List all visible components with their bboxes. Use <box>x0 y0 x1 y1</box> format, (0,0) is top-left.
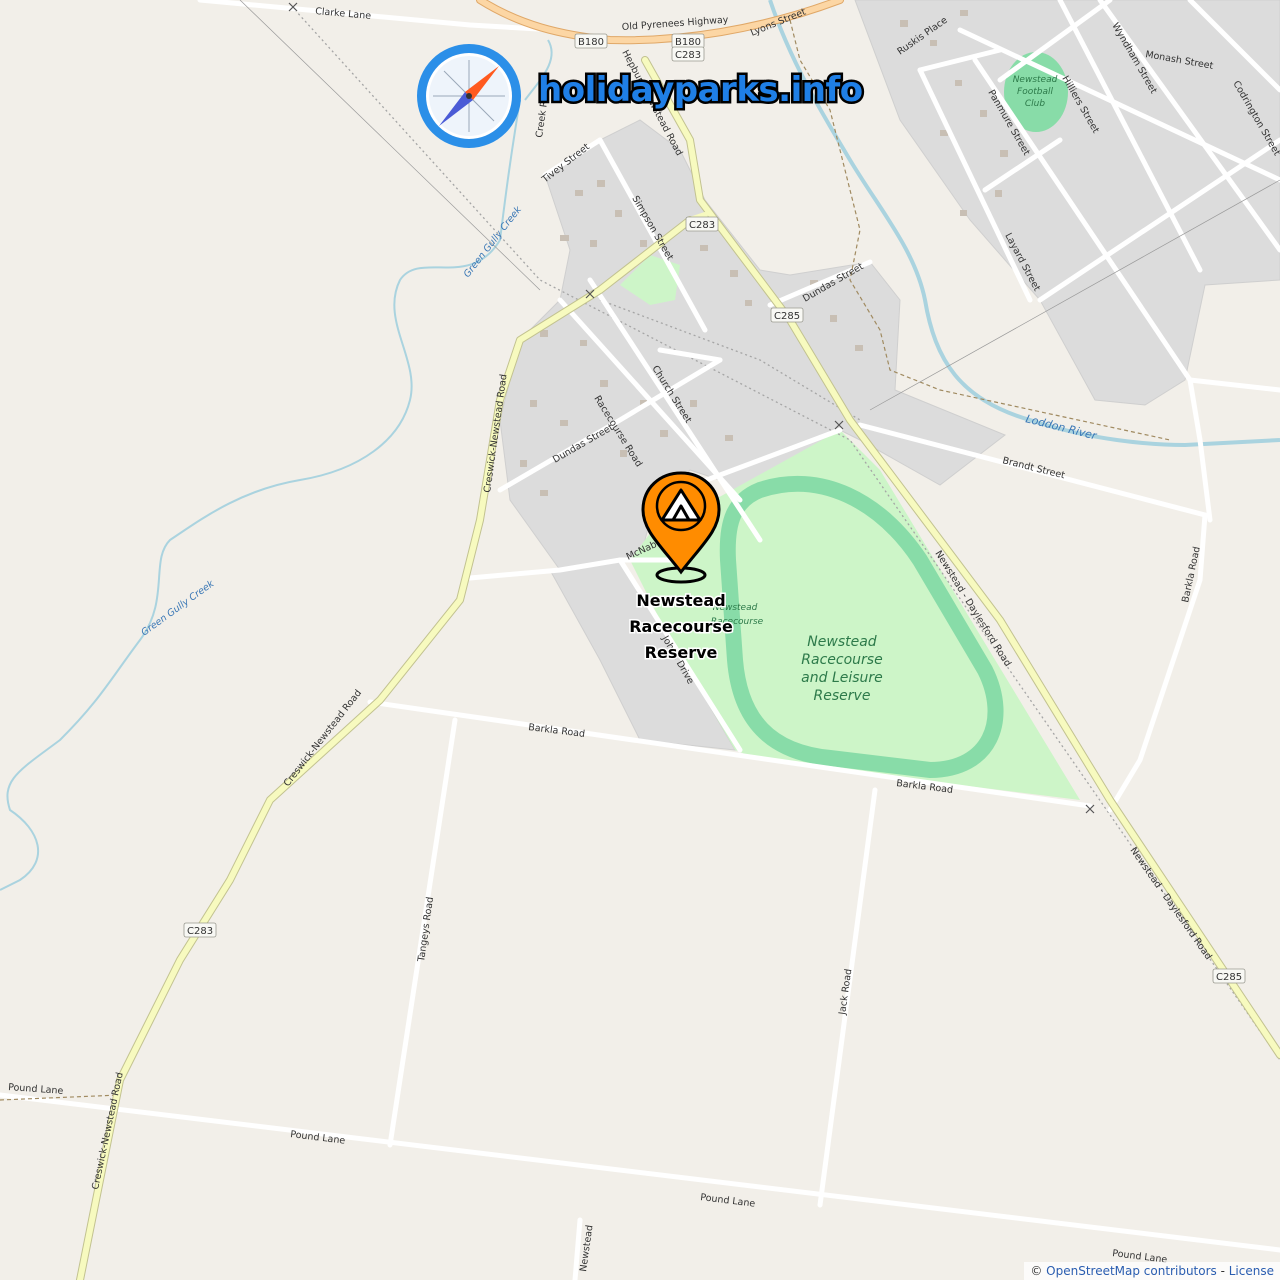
label-creswick-newstead-road-3: Creswick-Newstead Road <box>90 1071 126 1190</box>
shield-c285-a: C285 <box>770 307 804 323</box>
label-racecourse-reserve-2: Racecourse <box>801 652 882 668</box>
label-racecourse-reserve-1: Newstead <box>807 634 877 650</box>
shield-c283-c: C283 <box>183 922 217 938</box>
racetrack <box>0 0 1 1</box>
green-gully-creek <box>0 99 521 891</box>
label-brandt-street: Brandt Street <box>1001 455 1066 481</box>
shield-b180-a: B180 <box>574 33 608 49</box>
svg-text:C285: C285 <box>1216 972 1242 983</box>
label-football-club-2: Football <box>1017 87 1053 97</box>
compass-icon <box>417 44 521 148</box>
map-attribution: © OpenStreetMap contributors - License <box>1024 1262 1280 1280</box>
marker-label-line-3: Reserve <box>645 643 718 662</box>
label-tangeys-road: Tangeys Road <box>416 896 436 963</box>
label-racecourse-reserve-3: and Leisure <box>801 670 883 686</box>
brand-title: holidayparks.info <box>538 70 863 110</box>
label-clarke-lane: Clarke Lane <box>315 6 372 22</box>
marker-label-line-2: Racecourse <box>629 617 733 636</box>
map-canvas[interactable]: Clarke Lane Old Pyrenees Highway Lyons S… <box>0 0 1280 1280</box>
label-creswick-newstead-road-2: Creswick-Newstead Road <box>282 688 364 789</box>
label-jack-road: Jack Road <box>837 968 854 1016</box>
label-green-gully-creek-2: Green Gully Creek <box>139 578 216 638</box>
svg-text:C283: C283 <box>675 50 701 61</box>
label-barkla-road-1: Barkla Road <box>528 722 586 740</box>
label-football-club-3: Club <box>1025 99 1045 109</box>
label-football-club-1: Newstead <box>1013 75 1058 85</box>
svg-text:C285: C285 <box>774 311 800 322</box>
label-racecourse-reserve-4: Reserve <box>814 688 871 704</box>
license-link[interactable]: License <box>1229 1264 1274 1278</box>
label-pound-lane-2: Pound Lane <box>290 1129 346 1147</box>
label-loddon-river: Loddon River <box>1024 412 1099 443</box>
svg-text:B180: B180 <box>578 37 604 48</box>
shield-b180-b: B180 <box>671 33 705 49</box>
shield-c285-b: C285 <box>1212 968 1246 984</box>
marker-label-line-1: Newstead <box>636 591 725 610</box>
svg-text:C283: C283 <box>689 220 715 231</box>
shield-c283-a: C283 <box>671 46 705 62</box>
svg-text:B180: B180 <box>675 37 701 48</box>
shield-c283-b: C283 <box>685 216 719 232</box>
svg-text:C283: C283 <box>187 926 213 937</box>
label-newstead-daylesford-road-2: Newstead - Daylesford Road <box>1128 845 1214 962</box>
label-green-gully-creek-1: Green Gully Creek <box>462 204 525 280</box>
label-pound-lane-3: Pound Lane <box>700 1192 756 1210</box>
osm-link[interactable]: OpenStreetMap contributors <box>1046 1264 1217 1278</box>
attribution-prefix: © <box>1030 1264 1047 1278</box>
attribution-sep: - <box>1216 1264 1229 1278</box>
